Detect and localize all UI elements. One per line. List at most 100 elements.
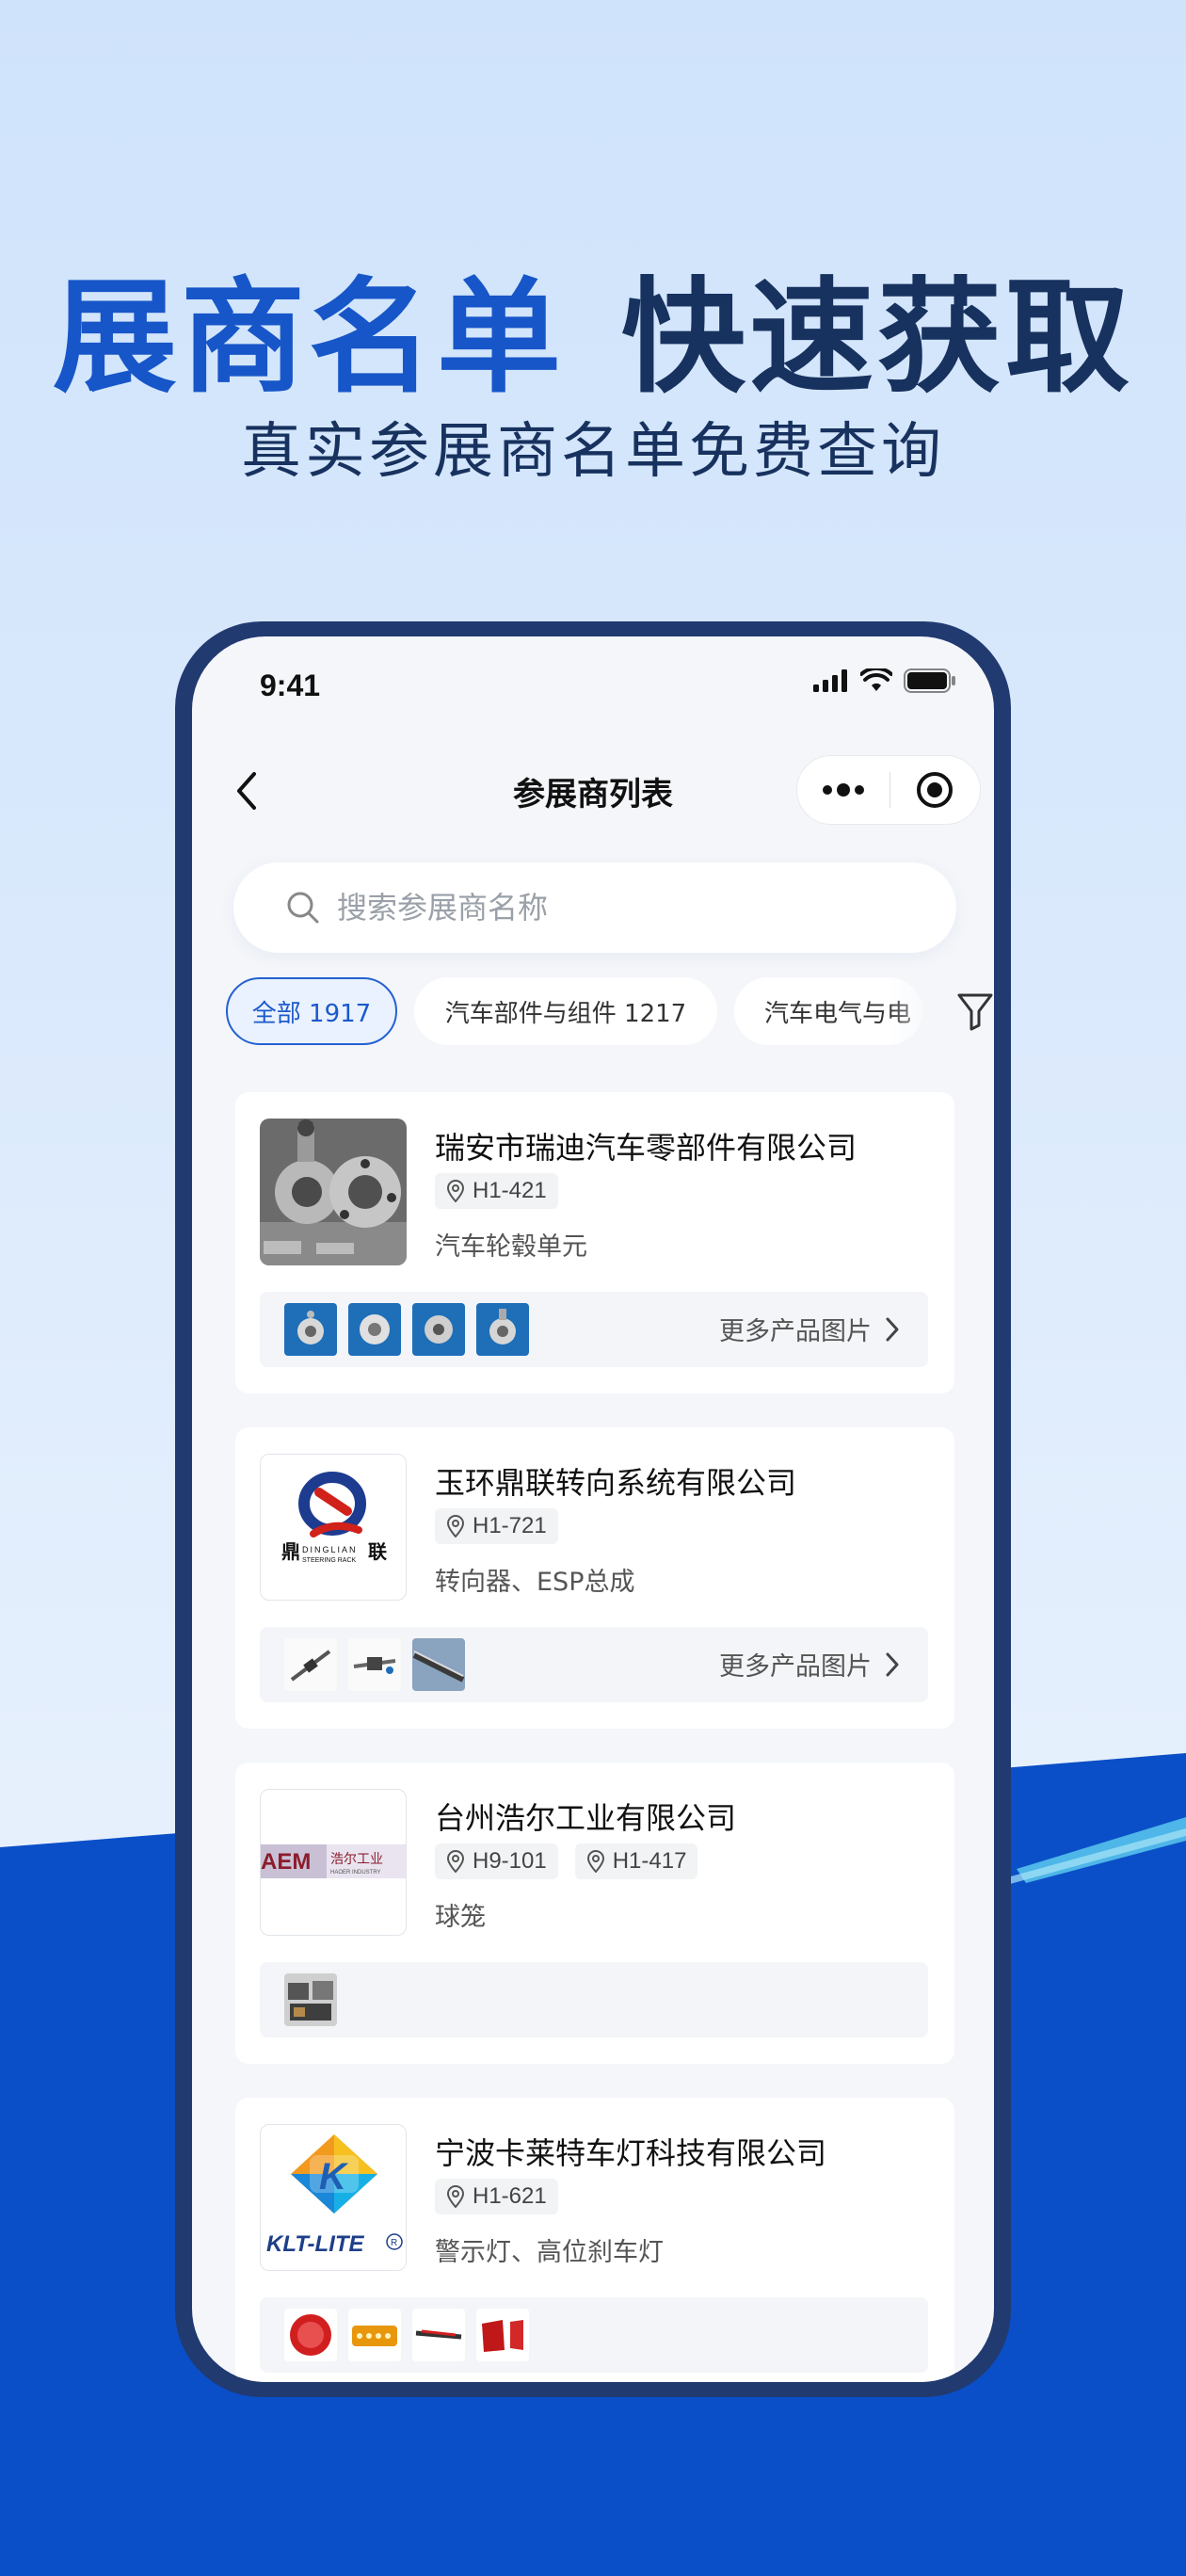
product-thumbnails xyxy=(284,1303,529,1356)
exhibitor-name: 瑞安市瑞迪汽车零部件有限公司 xyxy=(435,1130,857,1166)
headline-part2: 快速获取 xyxy=(621,266,1133,411)
product-gallery[interactable] xyxy=(260,1962,928,2037)
svg-text:K: K xyxy=(319,2156,349,2198)
more-product-images-label: 更多产品图片 xyxy=(719,1652,872,1682)
booth-list: H1-421 xyxy=(435,1173,558,1209)
svg-text:AEM: AEM xyxy=(261,1849,311,1875)
chip-fade xyxy=(889,977,945,1045)
chevron-right-icon xyxy=(886,1317,899,1341)
product-thumb-icon xyxy=(348,2309,401,2361)
haoer-logo-icon: AEM 浩尔工业 HAOER INDUSTRY xyxy=(261,1844,406,1878)
more-product-images-label: 更多产品图片 xyxy=(719,1317,872,1346)
svg-text:STEERING RACK: STEERING RACK xyxy=(302,1557,357,1564)
location-pin-icon xyxy=(586,1850,604,1873)
funnel-icon xyxy=(957,993,993,1031)
product-thumbnails xyxy=(284,1638,465,1691)
exhibitor-logo xyxy=(260,1119,407,1265)
product-thumb-icon xyxy=(284,1638,337,1691)
category-filter-bar: 全部 1917 汽车部件与组件 1217 汽车电气与电 xyxy=(226,977,994,1045)
phone-frame: 9:41 参展商列表 搜索参展商名称 全部 1917 汽车部件与组件 1217 … xyxy=(175,621,1011,2397)
exhibitor-logo: K KLT-LITE R xyxy=(260,2124,407,2271)
phone-screen: 9:41 参展商列表 搜索参展商名称 全部 1917 汽车部件与组件 1217 … xyxy=(192,636,994,2382)
filter-button[interactable] xyxy=(949,985,994,1038)
exhibitor-card[interactable]: K KLT-LITE R 宁波卡莱特车灯科技有限公司 H1-621 警示灯、高位… xyxy=(235,2098,954,2382)
more-dots-icon xyxy=(822,783,864,797)
location-pin-icon xyxy=(446,1180,465,1202)
exhibitor-logo: 鼎 DINGLIAN STEERING RACK 联 xyxy=(260,1454,407,1601)
exhibitor-name: 玉环鼎联转向系统有限公司 xyxy=(435,1465,797,1501)
booth-number: H1-621 xyxy=(473,2183,547,2209)
svg-text:R: R xyxy=(391,2238,397,2248)
product-thumb-icon xyxy=(284,1973,337,2026)
close-mini-program-button[interactable] xyxy=(890,755,981,825)
booth-tag: H1-417 xyxy=(574,1843,698,1879)
product-thumb-icon xyxy=(284,2309,337,2361)
exhibitor-card[interactable]: 瑞安市瑞迪汽车零部件有限公司 H1-421 汽车轮毂单元 更多产品图片 xyxy=(235,1092,954,1393)
svg-text:鼎: 鼎 xyxy=(281,1540,300,1563)
svg-text:联: 联 xyxy=(368,1540,387,1563)
product-gallery[interactable] xyxy=(260,2297,928,2373)
product-thumb-icon xyxy=(412,1638,465,1691)
location-pin-icon xyxy=(446,1850,465,1873)
booth-tag: H9-101 xyxy=(435,1843,558,1879)
product-gallery[interactable]: 更多产品图片 xyxy=(260,1627,928,1702)
booth-tag: H1-621 xyxy=(435,2179,558,2214)
booth-list: H9-101 H1-417 xyxy=(435,1843,698,1879)
search-input[interactable] xyxy=(337,890,864,926)
status-icons xyxy=(813,668,956,693)
klt-lite-logo-icon: K KLT-LITE R xyxy=(266,2134,403,2257)
product-thumb-icon xyxy=(412,1303,465,1356)
navigation-bar: 参展商列表 xyxy=(192,749,994,832)
booth-tag: H1-421 xyxy=(435,1173,558,1209)
product-thumbnails xyxy=(284,1973,337,2026)
product-thumb-icon xyxy=(412,2309,465,2361)
dinglian-logo-icon: 鼎 DINGLIAN STEERING RACK 联 xyxy=(281,1472,387,1564)
product-thumb-icon xyxy=(348,1303,401,1356)
exhibitor-products: 汽车轮毂单元 xyxy=(435,1232,587,1262)
product-thumb-icon xyxy=(284,1303,337,1356)
location-pin-icon xyxy=(446,2185,465,2208)
chip-auto-parts[interactable]: 汽车部件与组件 1217 xyxy=(414,977,717,1045)
svg-text:DINGLIAN: DINGLIAN xyxy=(302,1545,358,1554)
booth-number: H1-721 xyxy=(473,1513,547,1538)
more-button[interactable] xyxy=(797,755,890,825)
svg-text:HAOER INDUSTRY: HAOER INDUSTRY xyxy=(330,1870,381,1876)
status-time: 9:41 xyxy=(260,668,321,702)
product-gallery[interactable]: 更多产品图片 xyxy=(260,1292,928,1367)
wifi-icon xyxy=(860,668,892,691)
svg-text:浩尔工业: 浩尔工业 xyxy=(330,1852,383,1867)
exhibitor-card[interactable]: 鼎 DINGLIAN STEERING RACK 联 玉环鼎联转向系统有限公司 … xyxy=(235,1427,954,1729)
wheel-hub-photo-icon xyxy=(260,1119,407,1265)
status-bar: 9:41 xyxy=(192,636,994,727)
exhibitor-logo: AEM 浩尔工业 HAOER INDUSTRY xyxy=(260,1789,407,1936)
search-icon xyxy=(287,892,319,924)
booth-number: H9-101 xyxy=(473,1848,547,1874)
chevron-right-icon xyxy=(886,1652,899,1676)
booth-number: H1-421 xyxy=(473,1178,547,1203)
product-thumb-icon xyxy=(476,1303,529,1356)
exhibitor-products: 转向器、ESP总成 xyxy=(435,1568,635,1597)
promo-subheadline: 真实参展商名单免费查询 xyxy=(241,417,945,487)
exhibitor-card[interactable]: AEM 浩尔工业 HAOER INDUSTRY 台州浩尔工业有限公司 H9-10… xyxy=(235,1763,954,2064)
exhibitor-name: 台州浩尔工业有限公司 xyxy=(435,1800,737,1836)
target-icon xyxy=(917,772,954,808)
product-thumbnails xyxy=(284,2309,529,2361)
booth-number: H1-417 xyxy=(612,1848,687,1874)
more-product-images-link[interactable]: 更多产品图片 xyxy=(719,1311,900,1347)
product-thumb-icon xyxy=(348,1638,401,1691)
location-pin-icon xyxy=(446,1515,465,1538)
more-product-images-link[interactable]: 更多产品图片 xyxy=(719,1646,900,1682)
exhibitor-products: 球笼 xyxy=(435,1903,486,1932)
svg-text:KLT-LITE: KLT-LITE xyxy=(266,2231,365,2257)
signal-icon xyxy=(813,669,847,692)
exhibitor-name: 宁波卡莱特车灯科技有限公司 xyxy=(435,2135,827,2171)
booth-list: H1-621 xyxy=(435,2179,558,2214)
booth-list: H1-721 xyxy=(435,1508,558,1544)
booth-tag: H1-721 xyxy=(435,1508,558,1544)
exhibitor-products: 警示灯、高位刹车灯 xyxy=(435,2238,664,2267)
chip-all[interactable]: 全部 1917 xyxy=(226,977,397,1045)
battery-icon xyxy=(904,668,955,693)
product-thumb-icon xyxy=(476,2309,529,2361)
headline-part1: 展商名单 xyxy=(53,266,565,411)
search-bar xyxy=(233,862,956,953)
